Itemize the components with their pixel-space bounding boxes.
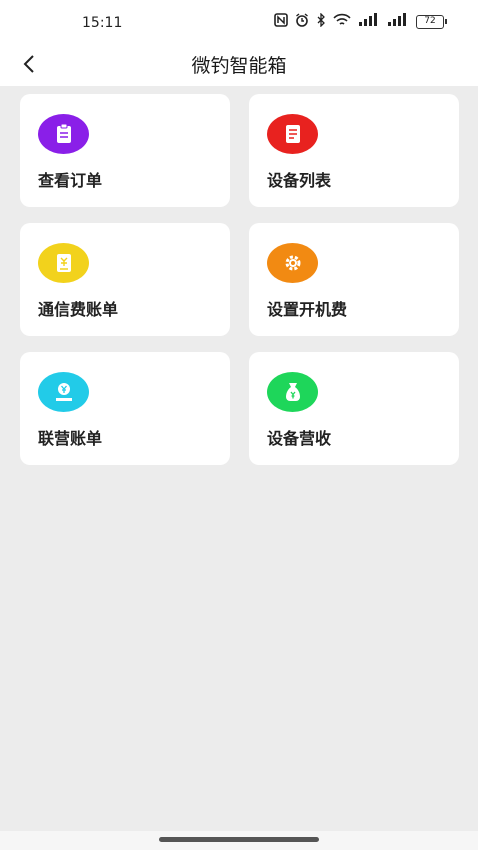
menu-item-joint-bill[interactable]: 联营账单: [20, 352, 230, 465]
bluetooth-icon: [316, 12, 326, 31]
device-list-icon: [267, 114, 318, 154]
status-bar: 15:11 72: [0, 0, 478, 44]
menu-item-view-orders[interactable]: 查看订单: [20, 94, 230, 207]
menu-item-communication-bill[interactable]: 通信费账单: [20, 223, 230, 336]
app-header: 微钓智能箱: [0, 44, 478, 86]
home-indicator[interactable]: [159, 837, 319, 842]
menu-item-label: 设备营收: [267, 429, 332, 448]
bill-document-icon: [38, 243, 89, 283]
alarm-icon: [295, 13, 309, 31]
gear-icon: [267, 243, 318, 283]
menu-item-label: 设备列表: [267, 171, 332, 190]
menu-item-label: 联营账单: [38, 429, 103, 448]
menu-item-device-list[interactable]: 设备列表: [249, 94, 459, 207]
menu-item-device-revenue[interactable]: 设备营收: [249, 352, 459, 465]
battery-indicator: 72: [416, 15, 447, 29]
order-clipboard-icon: [38, 114, 89, 154]
nfc-icon: [274, 13, 288, 31]
status-time: 15:11: [82, 15, 123, 31]
yen-hand-icon: [38, 372, 89, 412]
money-bag-icon: [267, 372, 318, 412]
page-title: 微钓智能箱: [191, 55, 287, 77]
wifi-icon: [333, 13, 351, 31]
status-icons: 72: [274, 12, 447, 31]
menu-item-label: 通信费账单: [38, 300, 119, 319]
signal-icon: [358, 13, 380, 31]
menu-item-set-startup-fee[interactable]: 设置开机费: [249, 223, 459, 336]
signal-icon: [387, 13, 409, 31]
menu-item-label: 查看订单: [38, 171, 103, 190]
menu-item-label: 设置开机费: [267, 300, 348, 319]
